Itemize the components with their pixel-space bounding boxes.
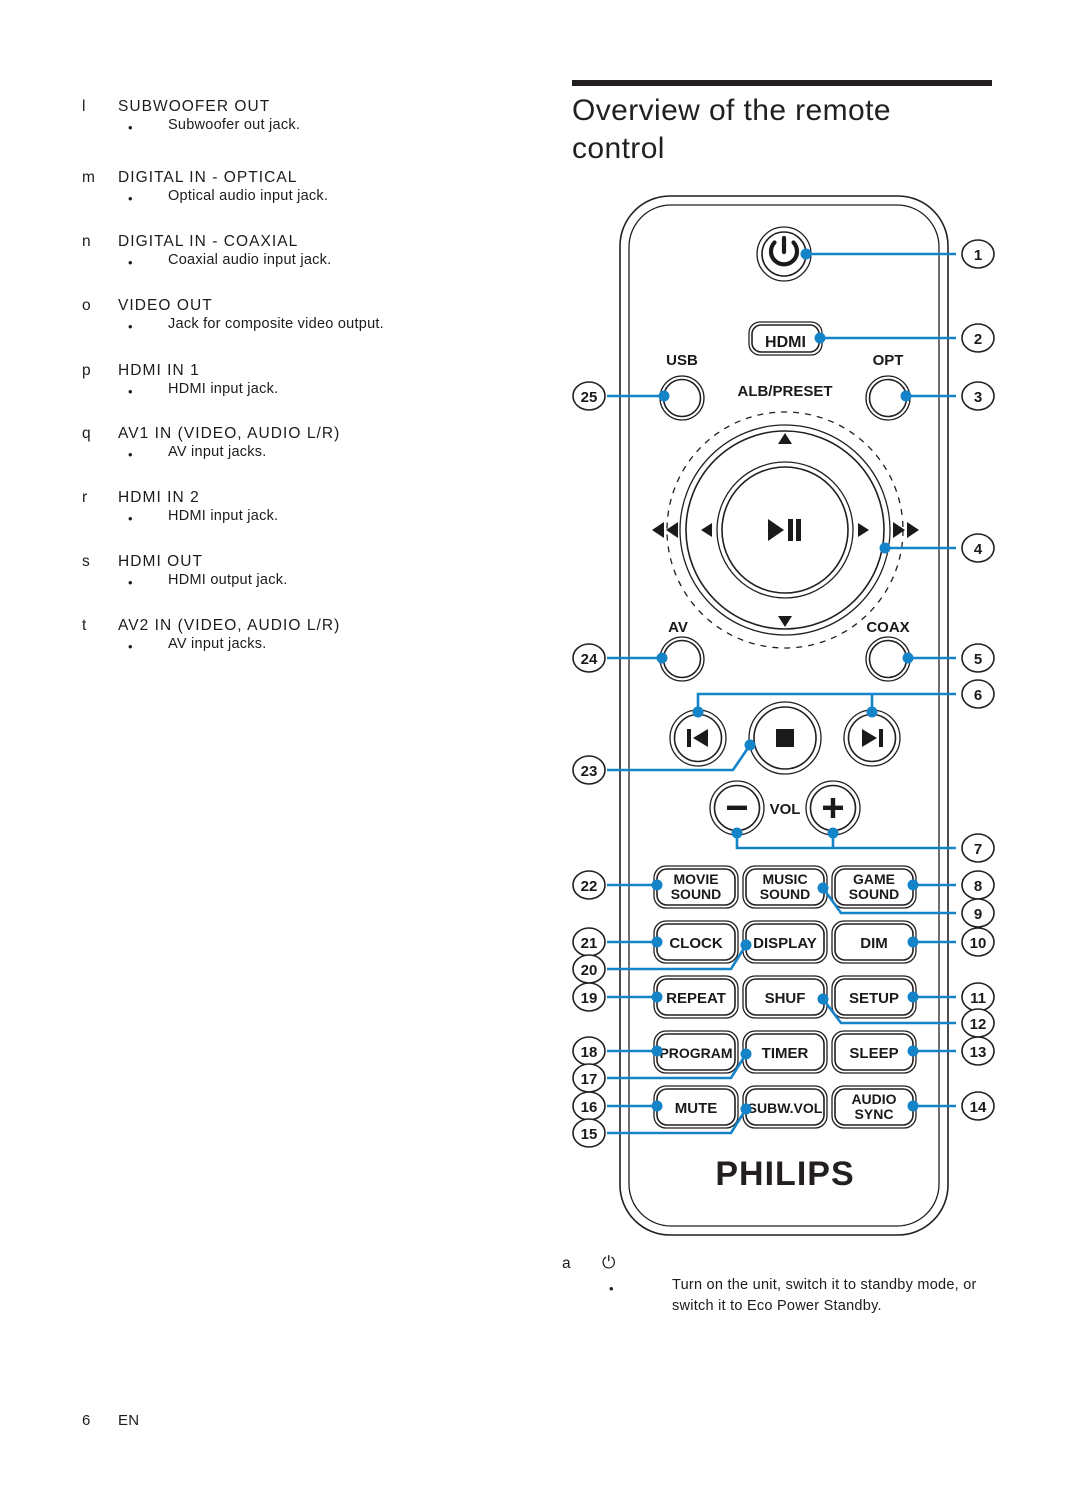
entry-marker: t xyxy=(82,617,87,634)
page-language: EN xyxy=(118,1412,140,1429)
entry-description: Optical audio input jack. xyxy=(168,188,329,204)
entry-marker: o xyxy=(82,297,91,314)
entry-heading: DIGITAL IN - OPTICAL xyxy=(118,169,298,186)
entry-description: Coaxial audio input jack. xyxy=(168,252,332,268)
bullet-dot: • xyxy=(128,120,133,135)
page-footer: 6 EN xyxy=(82,1412,139,1429)
entry-marker: n xyxy=(82,233,91,250)
bullet-dot: • xyxy=(609,1281,614,1296)
page-number: 6 xyxy=(82,1412,91,1429)
manual-page: l SUBWOOFER OUT • Subwoofer out jack. m … xyxy=(0,0,1080,1509)
entry-marker: r xyxy=(82,489,88,506)
title-rule xyxy=(572,80,992,86)
bullet-dot: • xyxy=(128,319,133,334)
bullet-dot: • xyxy=(128,639,133,654)
entry-marker: q xyxy=(82,425,91,442)
entry-marker: m xyxy=(82,169,96,186)
entry-description: HDMI input jack. xyxy=(168,508,279,524)
entry-heading: HDMI OUT xyxy=(118,553,204,570)
entry-marker: p xyxy=(82,362,91,379)
entry-marker: s xyxy=(82,553,90,570)
bullet-dot: • xyxy=(128,447,133,462)
entry-heading: HDMI IN 1 xyxy=(118,362,200,379)
entry-heading: HDMI IN 2 xyxy=(118,489,200,506)
page-title: Overview of the remote control xyxy=(572,94,891,166)
power-icon: ⏻ xyxy=(602,1253,616,1272)
right-column: Overview of the remote control a ⏻ • Tur… xyxy=(540,0,1080,1509)
bullet-dot: • xyxy=(128,384,133,399)
entry-description: HDMI input jack. xyxy=(168,381,279,397)
entry-heading: DIGITAL IN - COAXIAL xyxy=(118,233,299,250)
entry-description: AV input jacks. xyxy=(168,636,267,652)
bullet-dot: • xyxy=(128,191,133,206)
caption-marker: a xyxy=(562,1255,571,1272)
entry-marker: l xyxy=(82,98,86,115)
entry-heading: VIDEO OUT xyxy=(118,297,213,314)
entry-heading: AV2 IN (VIDEO, AUDIO L/R) xyxy=(118,617,341,634)
entry-description: Subwoofer out jack. xyxy=(168,117,301,133)
left-column: l SUBWOOFER OUT • Subwoofer out jack. m … xyxy=(0,0,540,1509)
entry-description: HDMI output jack. xyxy=(168,572,288,588)
entry-description: Jack for composite video output. xyxy=(168,316,384,332)
entry-description: AV input jacks. xyxy=(168,444,267,460)
bullet-dot: • xyxy=(128,511,133,526)
bullet-dot: • xyxy=(128,255,133,270)
entry-heading: AV1 IN (VIDEO, AUDIO L/R) xyxy=(118,425,341,442)
entry-heading: SUBWOOFER OUT xyxy=(118,98,271,115)
caption-description: Turn on the unit, switch it to standby m… xyxy=(672,1277,977,1315)
bullet-dot: • xyxy=(128,575,133,590)
